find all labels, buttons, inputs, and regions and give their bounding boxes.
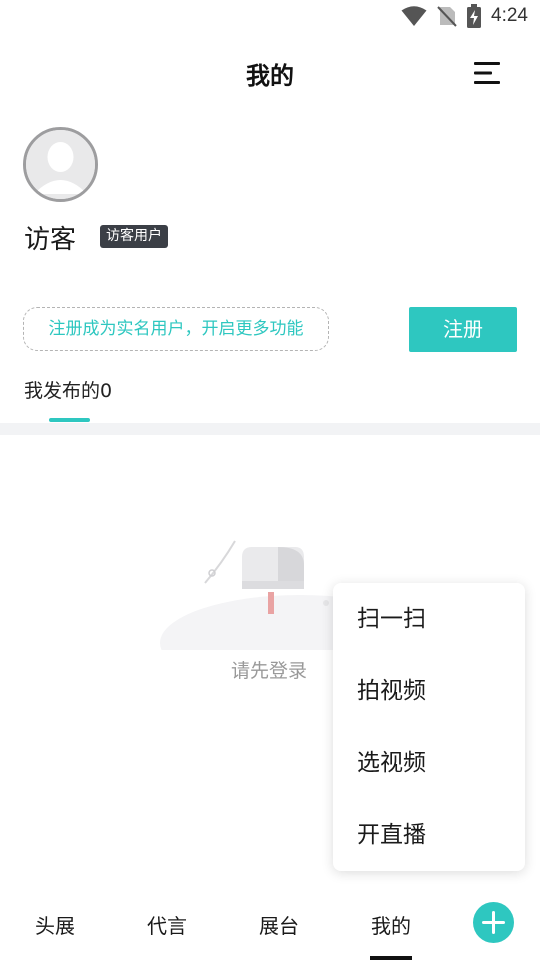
default-avatar-icon [26, 130, 95, 199]
add-button[interactable] [473, 902, 514, 943]
header: 我的 [0, 44, 540, 102]
nav-active-indicator [370, 956, 412, 960]
register-button[interactable]: 注册 [409, 307, 517, 352]
section-divider [0, 423, 540, 435]
nav-item-booth[interactable]: 展台 [259, 910, 299, 939]
hamburger-menu-icon[interactable] [470, 58, 504, 88]
menu-item-scan[interactable]: 扫一扫 [357, 583, 426, 655]
page-title: 我的 [246, 62, 294, 90]
status-icons: 4:24 [401, 4, 528, 28]
guest-badge: 访客用户 [100, 225, 168, 248]
register-promo-banner[interactable]: 注册成为实名用户，开启更多功能 [23, 307, 329, 351]
nav-item-toutiao[interactable]: 头展 [35, 910, 75, 939]
tab-published[interactable]: 我发布的0 [24, 376, 112, 403]
tab-active-underline [49, 418, 90, 422]
no-sim-icon [437, 6, 457, 27]
username: 访客 [24, 225, 77, 255]
status-bar: 4:24 [0, 0, 540, 36]
wifi-icon [401, 6, 427, 26]
avatar[interactable] [23, 127, 98, 202]
menu-item-record-video[interactable]: 拍视频 [357, 655, 426, 727]
plus-icon [482, 911, 505, 934]
status-time: 4:24 [491, 5, 528, 26]
menu-item-choose-video[interactable]: 选视频 [357, 727, 426, 799]
tab-published-label: 我发布的 [24, 380, 101, 402]
battery-charging-icon [467, 4, 482, 28]
nav-item-mine[interactable]: 我的 [371, 910, 411, 939]
login-prompt-text: 请先登录 [231, 660, 308, 682]
menu-item-go-live[interactable]: 开直播 [357, 799, 426, 871]
bottom-nav: 头展 代言 展台 我的 [0, 890, 540, 960]
tab-published-count: 0 [100, 380, 113, 402]
nav-item-endorse[interactable]: 代言 [147, 910, 187, 939]
popup-menu: 扫一扫 拍视频 选视频 开直播 [333, 583, 525, 871]
